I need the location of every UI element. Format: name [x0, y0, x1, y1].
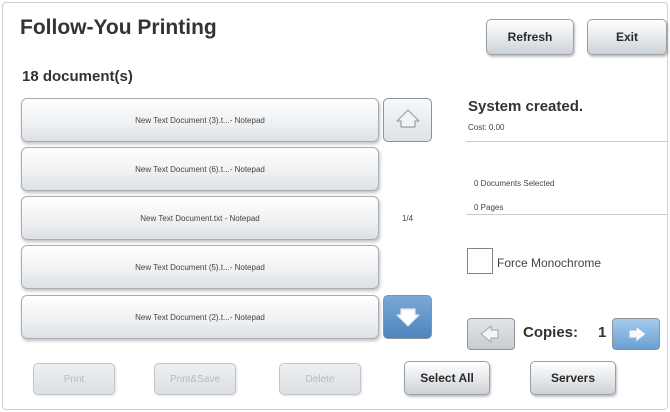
right-arrow-icon: [628, 325, 647, 343]
copies-label: Copies:: [523, 324, 579, 341]
exit-button[interactable]: Exit: [587, 19, 667, 55]
document-item[interactable]: New Text Document (2).t...- Notepad: [21, 295, 379, 339]
scroll-down-button[interactable]: [383, 295, 432, 339]
cost-label: Cost: 0.00: [468, 123, 505, 132]
document-item[interactable]: New Text Document (3).t...- Notepad: [21, 98, 379, 142]
servers-button[interactable]: Servers: [530, 361, 616, 395]
down-arrow-icon: [395, 308, 420, 327]
copies-value: 1: [598, 324, 607, 341]
print-save-button[interactable]: Print&Save: [154, 363, 236, 395]
left-arrow-icon: [480, 325, 499, 343]
document-count: 18 document(s): [22, 68, 133, 85]
document-item[interactable]: New Text Document (5).t...- Notepad: [21, 245, 379, 289]
copies-decrease-button[interactable]: [467, 318, 515, 350]
document-item[interactable]: New Text Document.txt - Notepad: [21, 196, 379, 240]
divider: [466, 214, 668, 215]
documents-selected-label: 0 Documents Selected: [474, 179, 555, 188]
scroll-up-button[interactable]: [383, 98, 432, 142]
up-arrow-icon: [395, 109, 420, 128]
select-all-button[interactable]: Select All: [404, 361, 490, 395]
page-indicator: 1/4: [401, 214, 414, 223]
document-item[interactable]: New Text Document (6).t...- Notepad: [21, 147, 379, 191]
print-button[interactable]: Print: [33, 363, 115, 395]
copies-increase-button[interactable]: [612, 318, 660, 350]
refresh-button[interactable]: Refresh: [486, 19, 574, 55]
force-monochrome-checkbox[interactable]: [467, 248, 493, 274]
status-message: System created.: [468, 98, 584, 115]
page-title: Follow-You Printing: [20, 16, 217, 39]
delete-button[interactable]: Delete: [279, 363, 361, 395]
divider: [466, 141, 668, 142]
pages-label: 0 Pages: [474, 203, 504, 212]
force-monochrome-label: Force Monochrome: [497, 256, 602, 270]
